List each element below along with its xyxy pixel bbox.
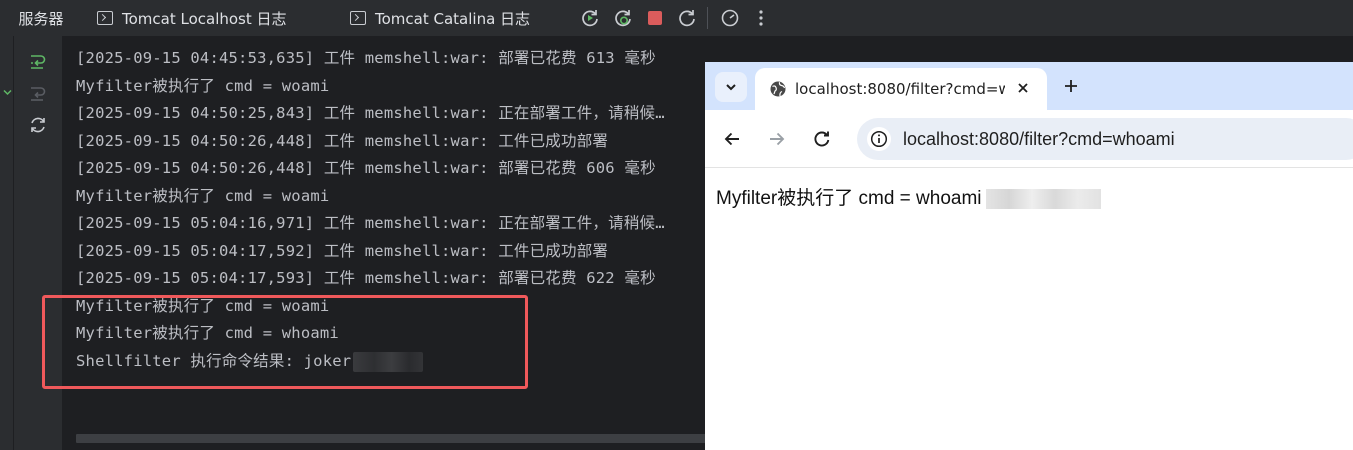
scroll-to-end-icon[interactable] (26, 81, 50, 105)
log-line: [2025-09-15 05:04:17,593] 工件 memshell:wa… (76, 269, 656, 287)
reload-icon (814, 131, 830, 147)
globe-icon (770, 81, 786, 97)
close-tab-button[interactable] (1013, 78, 1033, 98)
back-button[interactable] (719, 126, 745, 152)
gauge-icon[interactable] (718, 6, 742, 30)
tree-gutter (0, 36, 14, 450)
response-text: Myfilter被执行了 cmd = whoami (716, 183, 1101, 210)
tab-catalina-label: Tomcat Catalina 日志 (375, 9, 531, 28)
tab-search-button[interactable] (715, 72, 747, 102)
toolbar-separator (707, 7, 708, 29)
refresh-icon[interactable] (675, 6, 699, 30)
redeploy-icon[interactable] (26, 113, 50, 137)
redacted-patch (985, 188, 1101, 209)
terminal-icon (97, 11, 113, 25)
browser-tab-title: localhost:8080/filter?cmd=whoami (795, 80, 1005, 98)
address-bar[interactable]: localhost:8080/filter?cmd=whoami (857, 118, 1353, 160)
chevron-down-icon (726, 84, 736, 91)
new-tab-button[interactable] (1059, 74, 1083, 98)
chevron-down-icon[interactable] (3, 88, 12, 97)
reload-button[interactable] (809, 126, 835, 152)
rerun-icon[interactable] (578, 6, 602, 30)
soft-wrap-icon[interactable] (26, 49, 50, 73)
page-content: Myfilter被执行了 cmd = whoami (705, 169, 1353, 450)
stop-icon[interactable] (643, 6, 667, 30)
response-text-value: Myfilter被执行了 cmd = whoami (716, 188, 982, 209)
plus-icon (1065, 80, 1077, 92)
tab-localhost-label: Tomcat Localhost 日志 (122, 9, 287, 28)
tab-tomcat-localhost-log[interactable]: Tomcat Localhost 日志 (97, 0, 287, 36)
log-line: Myfilter被执行了 cmd = woami (76, 187, 330, 205)
tab-services[interactable]: 服务器 (0, 0, 82, 36)
log-line: [2025-09-15 04:45:53,635] 工件 memshell:wa… (76, 49, 656, 67)
log-line: [2025-09-15 05:04:17,592] 工件 memshell:wa… (76, 242, 609, 260)
info-icon (870, 130, 888, 148)
horizontal-scrollbar[interactable] (76, 434, 705, 443)
arrow-right-icon (770, 132, 785, 146)
browser-tab-strip: localhost:8080/filter?cmd=whoami (705, 62, 1353, 110)
arrow-left-icon (724, 132, 739, 146)
terminal-icon (350, 11, 366, 25)
browser-tab[interactable]: localhost:8080/filter?cmd=whoami (755, 68, 1047, 110)
log-line: [2025-09-15 04:50:26,448] 工件 memshell:wa… (76, 132, 609, 150)
tab-tomcat-catalina-log[interactable]: Tomcat Catalina 日志 (350, 0, 530, 36)
highlight-annotation-box (42, 295, 528, 389)
close-icon (1018, 83, 1028, 93)
browser-toolbar: localhost:8080/filter?cmd=whoami (705, 110, 1353, 168)
log-line: [2025-09-15 04:50:26,448] 工件 memshell:wa… (76, 159, 656, 177)
rerun-debug-icon[interactable] (611, 6, 635, 30)
site-info-button[interactable] (867, 127, 891, 151)
tab-services-label: 服务器 (18, 9, 64, 28)
browser-window: localhost:8080/filter?cmd=whoami localho… (705, 62, 1353, 450)
log-line: [2025-09-15 04:50:25,843] 工件 memshell:wa… (76, 104, 665, 122)
forward-button[interactable] (764, 126, 790, 152)
address-bar-url: localhost:8080/filter?cmd=whoami (903, 128, 1175, 149)
log-line: [2025-09-15 05:04:16,971] 工件 memshell:wa… (76, 214, 665, 232)
log-line: Myfilter被执行了 cmd = woami (76, 77, 330, 95)
more-options-icon[interactable] (749, 6, 773, 30)
ide-tab-bar: 服务器 Tomcat Localhost 日志 Tomcat Catalina … (0, 0, 1353, 36)
